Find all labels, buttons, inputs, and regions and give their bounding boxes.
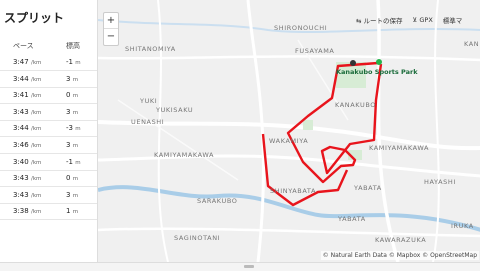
map-base-layer [98, 0, 480, 262]
save-route-label: ルートの保存 [363, 17, 403, 25]
split-row: 3:47 /km -1 m [0, 55, 97, 71]
split-elevation: 3 m [66, 190, 79, 199]
split-pace: 3:38 /km [13, 207, 42, 216]
split-pace: 3:43 /km [13, 174, 42, 183]
download-icon: ⊻ [412, 16, 418, 24]
splits-title: スプリット [4, 11, 65, 25]
save-route-button[interactable]: ⇆ ルートの保存 [356, 15, 403, 25]
split-pace: 3:43 /km [13, 190, 42, 199]
label-yabata-south: YABATA [338, 215, 366, 223]
split-elevation: 3 m [66, 74, 79, 83]
split-row: 3:41 /km 0 m [0, 88, 97, 105]
label-saginotani: SAGINOTANI [174, 234, 221, 242]
map-toolbar: ⇆ ルートの保存 ⊻ GPX 標準マ [356, 12, 462, 28]
split-elevation: 3 m [66, 107, 79, 116]
finish-marker [350, 60, 356, 66]
split-elevation: 0 m [66, 91, 79, 100]
label-yukisaku: YUKISAKU [156, 106, 194, 114]
map-attribution: © Natural Earth Data © Mapbox © OpenStre… [320, 251, 479, 260]
split-row: 3:40 /km -1 m [0, 155, 97, 171]
label-kamiyamakawa-east: KAMIYAMAKAWA [369, 144, 430, 152]
elevation-column-header: 標高 [66, 42, 80, 50]
split-pace: 3:44 /km [13, 74, 42, 83]
label-kawarazuka: KAWARAZUKA [375, 236, 427, 244]
park-label: Kanakubo Sports Park [336, 68, 418, 76]
split-elevation: 3 m [66, 141, 79, 149]
road-ew-3 [98, 55, 480, 62]
row-divider [0, 219, 97, 221]
resize-handle[interactable] [244, 265, 254, 268]
zoom-out-button[interactable]: − [104, 29, 118, 45]
split-elevation: 0 m [66, 174, 79, 183]
split-pace: 3:44 /km [13, 124, 42, 133]
split-elevation: -1 m [66, 58, 81, 66]
split-elevation: 1 m [66, 207, 79, 216]
label-kan: KAN [464, 40, 480, 48]
map-view[interactable]: SHIRONOUCHI FUSAYAMA SHITANOMIYA YUKI YU… [97, 0, 480, 262]
label-fusayama: FUSAYAMA [295, 47, 335, 55]
zoom-in-button[interactable]: + [104, 13, 118, 29]
label-shitanomiya: SHITANOMIYA [125, 45, 176, 53]
split-row: 3:38 /km 1 m [0, 204, 97, 221]
zoom-control: + − [103, 12, 119, 46]
gpx-label: GPX [419, 16, 433, 24]
split-elevation: -3 m [66, 124, 81, 133]
gpx-button[interactable]: ⊻ GPX [413, 16, 433, 24]
label-yabata-north: YABATA [354, 184, 382, 192]
split-row: 3:43 /km 0 m [0, 171, 97, 188]
split-row: 3:43 /km 3 m [0, 188, 97, 204]
label-hayashi: HAYASHI [424, 178, 456, 186]
split-pace: 3:43 /km [13, 107, 42, 116]
split-pace: 3:40 /km [13, 157, 42, 166]
label-wakamiya: WAKAMIYA [269, 137, 309, 145]
road-ew-4 [98, 227, 480, 238]
split-row: 3:46 /km 3 m [0, 138, 97, 154]
road-ns-1 [246, 0, 265, 262]
label-yuki: YUKI [140, 97, 158, 105]
label-sarakubo: SARAKUBO [197, 197, 238, 205]
road-ns-3 [157, 0, 169, 262]
road-ns-2 [376, 0, 400, 262]
split-pace: 3:41 /km [13, 91, 42, 100]
pace-column-header: ペース [13, 42, 34, 50]
splits-panel: スプリット ペース 標高 3:47 /km -1 m 3:44 /km 3 m 3:41… [0, 0, 97, 270]
label-uenashi: UENASHI [131, 118, 165, 126]
split-row: 3:43 /km 3 m [0, 105, 97, 121]
start-marker [376, 59, 382, 65]
split-pace: 3:46 /km [13, 141, 42, 149]
label-iruka: IRUKA [451, 222, 474, 230]
label-kamiyamakawa-west: KAMIYAMAKAWA [154, 151, 215, 159]
save-route-icon: ⇆ [356, 17, 362, 25]
split-pace: 3:47 /km [13, 58, 42, 66]
split-row: 3:44 /km 3 m [0, 72, 97, 88]
split-elevation: -1 m [66, 157, 81, 166]
green-area-2 [303, 120, 313, 130]
map-type-button[interactable]: 標準マ [443, 15, 463, 25]
label-kanakubo: KANAKUBO [335, 101, 377, 109]
road-ns-4 [432, 0, 440, 262]
split-row: 3:44 /km -3 m [0, 121, 97, 138]
label-shironouchi: SHIRONOUCHI [274, 24, 328, 32]
label-shinyabata: SHINYABATA [270, 187, 317, 195]
